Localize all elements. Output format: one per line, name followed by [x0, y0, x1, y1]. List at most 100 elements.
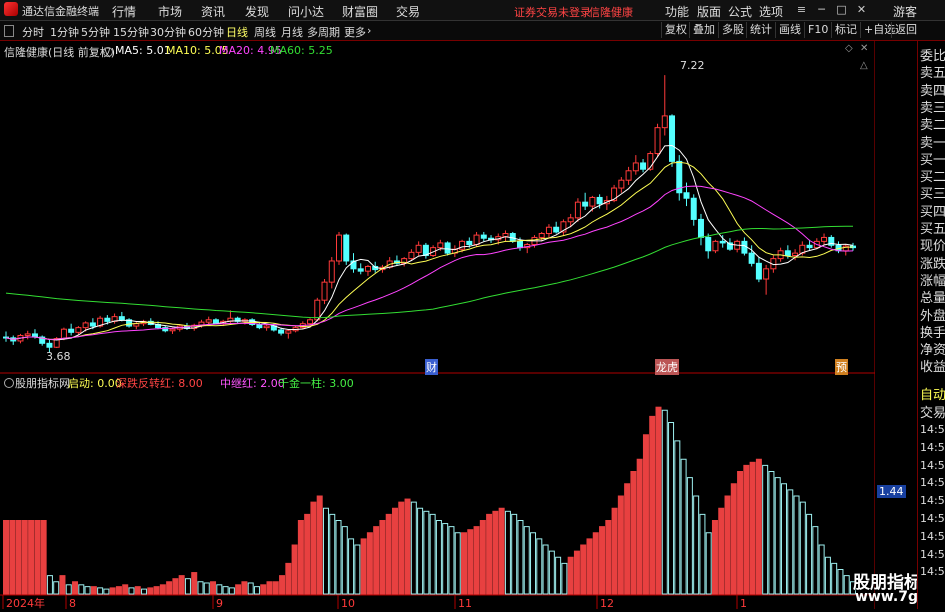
- indicator-bar: [241, 581, 248, 595]
- quote-field-11: 现价: [920, 239, 945, 255]
- indicator-bar: [354, 544, 361, 595]
- indicator-bar: [260, 584, 267, 595]
- panel-toggle-icon[interactable]: [4, 25, 14, 37]
- ma10-line: [5, 161, 854, 340]
- tab-trade[interactable]: 交易: [920, 402, 945, 421]
- tick-time-7: 14:56: [920, 547, 945, 561]
- chart-area[interactable]: 7.006.506.005.505.004.504.00 3.002.502.0…: [0, 41, 945, 610]
- candle-body: [343, 234, 350, 262]
- indicator-bar: [486, 513, 493, 595]
- indicator-bar: [542, 544, 549, 595]
- candle-body: [437, 242, 444, 249]
- indicator-bar: [561, 562, 568, 595]
- period-60min[interactable]: 60分钟: [188, 24, 224, 40]
- toolbar-adjust-button[interactable]: 复权: [661, 22, 690, 38]
- quote-field-14: 总量: [920, 291, 945, 307]
- candle-body: [748, 252, 755, 264]
- tab-auto[interactable]: 自动: [920, 384, 945, 403]
- indicator-bar: [322, 507, 329, 595]
- login-status[interactable]: 证券交易未登录: [514, 4, 591, 20]
- period-daily[interactable]: 日线: [226, 24, 248, 40]
- triangle-icon[interactable]: △: [860, 60, 868, 71]
- period-intraday[interactable]: 分时: [22, 24, 44, 40]
- indicator-bar: [373, 526, 380, 595]
- indicator-bar: [511, 513, 518, 595]
- toolbar-mark-button[interactable]: 标记: [831, 22, 860, 38]
- period-monthly[interactable]: 月线: [281, 24, 303, 40]
- candle-body: [574, 201, 581, 219]
- quote-field-0: 委比: [920, 49, 945, 64]
- toolbar-draw-button[interactable]: 画线: [775, 22, 804, 38]
- period-5min[interactable]: 5分钟: [81, 24, 110, 40]
- candle-body: [502, 233, 509, 238]
- menu-item-wealth-circle[interactable]: 财富圈: [342, 3, 378, 20]
- indicator-bar: [655, 406, 662, 595]
- quote-field-2: 卖四: [920, 83, 945, 99]
- maximize-icon[interactable]: □: [835, 3, 848, 16]
- marker-dragon-tiger[interactable]: 龙虎: [655, 359, 679, 375]
- menu-item-ask[interactable]: 问小达: [288, 3, 324, 20]
- menu-item-news[interactable]: 资讯: [201, 3, 225, 20]
- period-15min[interactable]: 15分钟: [113, 24, 149, 40]
- menu-item-options[interactable]: 选项: [759, 3, 783, 20]
- candle-body: [480, 234, 487, 239]
- indicator-bar: [178, 575, 185, 595]
- settings-icon[interactable]: [103, 47, 113, 57]
- quote-field-5: 卖一: [920, 135, 945, 151]
- indicator-bar: [837, 569, 844, 595]
- toolbar-stats-button[interactable]: 统计: [746, 22, 775, 38]
- toolbar-f10-button[interactable]: F10: [804, 22, 831, 38]
- indicator-bar: [435, 520, 442, 595]
- period-weekly[interactable]: 周线: [254, 24, 276, 40]
- indicator-bar: [272, 581, 279, 595]
- menu-item-formula[interactable]: 公式: [728, 3, 752, 20]
- collapse-icon[interactable]: ◇: [845, 43, 853, 54]
- indicator-bar: [768, 471, 775, 595]
- indicator-bar: [266, 581, 273, 595]
- minimize-icon[interactable]: ─: [815, 3, 828, 16]
- toolbar-overlay-button[interactable]: 叠加: [689, 22, 718, 38]
- menu-icon[interactable]: ≡: [795, 3, 808, 16]
- period-more[interactable]: 更多: [344, 24, 366, 40]
- period-multi[interactable]: 多周期: [307, 24, 340, 40]
- candle-body: [278, 329, 285, 334]
- tick-time-2: 14:56: [920, 458, 945, 472]
- kline-chart-svg[interactable]: 7.006.506.005.505.004.504.00 3.002.502.0…: [0, 41, 917, 610]
- candle-body: [68, 328, 75, 333]
- indicator-bar: [404, 498, 411, 595]
- date-tick-label: 1: [740, 597, 747, 609]
- toolbar-back-button[interactable]: 返回: [891, 22, 920, 38]
- user-guest[interactable]: 游客: [893, 3, 917, 20]
- indicator-bar: [461, 532, 468, 595]
- period-1min[interactable]: 1分钟: [50, 24, 79, 40]
- tick-time-0: 14:56: [920, 423, 945, 436]
- menu-item-quotes[interactable]: 行情: [112, 3, 136, 20]
- marker-forecast[interactable]: 预: [835, 359, 848, 375]
- indicator-bar: [291, 544, 298, 595]
- indicator-settings-icon[interactable]: [4, 378, 14, 388]
- indicator-bar: [580, 544, 587, 595]
- indicator-bar: [661, 409, 668, 595]
- date-tick-label: 8: [69, 597, 76, 609]
- menu-item-discover[interactable]: 发现: [245, 3, 269, 20]
- toolbar-multistock-button[interactable]: 多股: [718, 22, 747, 38]
- tick-time-1: 14:56: [920, 440, 945, 454]
- indicator-name[interactable]: 股朋指标网: [15, 375, 70, 391]
- close-pane-icon[interactable]: ✕: [860, 43, 868, 54]
- indicator-bar: [379, 520, 386, 595]
- close-icon[interactable]: ✕: [855, 3, 868, 16]
- candle-body: [596, 196, 603, 205]
- indicator-bar: [762, 464, 769, 595]
- indicator-bar: [366, 532, 373, 595]
- chevron-right-icon[interactable]: ›: [367, 24, 371, 37]
- period-30min[interactable]: 30分钟: [150, 24, 186, 40]
- menu-item-layout[interactable]: 版面: [697, 3, 721, 20]
- menu-item-market[interactable]: 市场: [158, 3, 182, 20]
- candle-body: [285, 330, 292, 334]
- menu-item-function[interactable]: 功能: [665, 3, 689, 20]
- quote-field-16: 换手: [920, 325, 945, 341]
- ma60-legend: MA60: 5.25: [270, 44, 333, 57]
- marker-finance[interactable]: 财: [425, 359, 438, 375]
- menu-item-trade[interactable]: 交易: [396, 3, 420, 20]
- indicator-bar: [115, 586, 122, 595]
